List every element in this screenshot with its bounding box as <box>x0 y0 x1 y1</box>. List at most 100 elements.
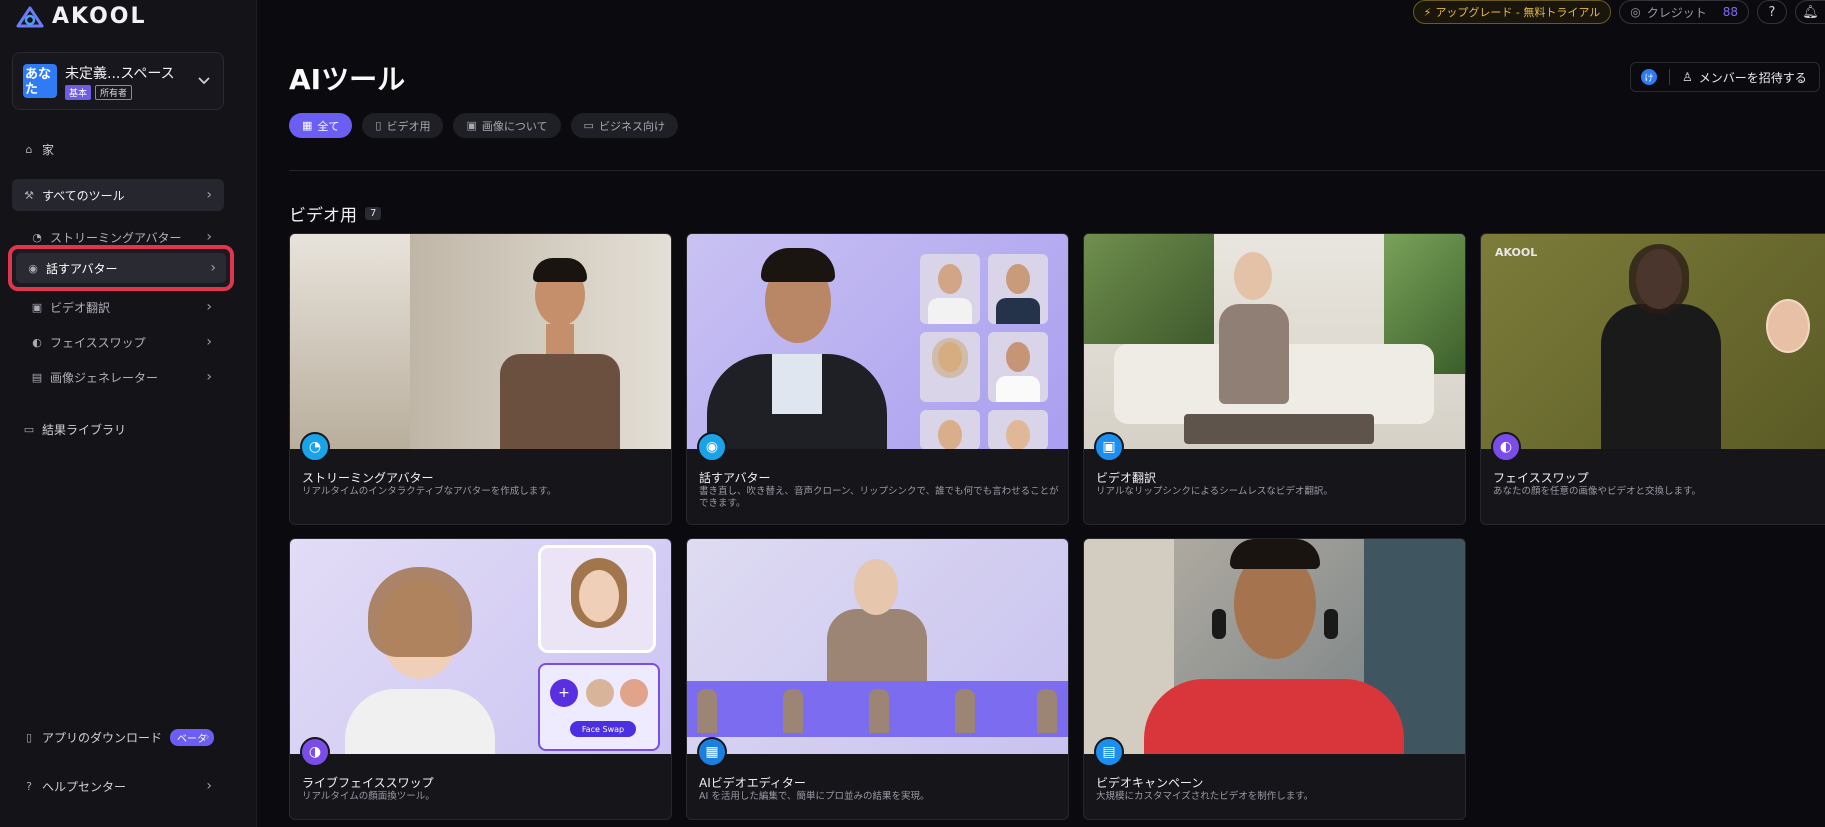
sidebar-item-label: 話すアバター <box>46 261 118 276</box>
card-title: ストリーミングアバター <box>302 471 434 485</box>
avatar-grid <box>920 254 1048 449</box>
home-icon: ⌂ <box>25 142 33 156</box>
film-icon: ▦ <box>697 737 727 767</box>
workspace-switcher[interactable]: あなた 未定義...スペース 基本 所有者 <box>12 52 224 110</box>
add-face-button[interactable]: + <box>550 679 578 707</box>
invite-label: メンバーを招待する <box>1698 70 1807 85</box>
filter-video[interactable]: ▯ ビデオ用 <box>362 113 444 138</box>
phone-icon: ▯ <box>25 730 33 744</box>
sidebar-item-home[interactable]: ⌂ 家 <box>12 133 224 165</box>
sidebar-item-library[interactable]: ▭ 結果ライブラリ <box>12 413 224 445</box>
card-title: 話すアバター <box>699 471 771 485</box>
help-icon: ? <box>26 779 32 793</box>
tool-card-face-swap[interactable]: AKOOL ◐ フェイススワップ あなたの顔を任意の画像やビデオと交換します。 <box>1480 233 1825 525</box>
translate-icon: ▣ <box>1094 432 1124 462</box>
filter-all[interactable]: ▦ 全て <box>289 113 353 138</box>
card-thumbnail <box>687 539 1068 754</box>
avatar-thumb <box>988 254 1048 324</box>
folder-icon: ▭ <box>23 422 35 436</box>
topbar: ⚡ アップグレード - 無料トライアル ◎ クレジット 88 ? 🔔︎ <box>1412 0 1825 24</box>
chevron-right-icon: › <box>204 729 210 745</box>
chevron-down-icon <box>198 77 210 85</box>
chevron-right-icon: › <box>206 334 212 350</box>
sidebar-item-label: すべてのツール <box>42 188 125 203</box>
sidebar-item-label: ストリーミングアバター <box>50 230 182 245</box>
member-avatar[interactable]: け <box>1641 69 1657 85</box>
streaming-icon: ◔ <box>32 230 42 244</box>
tool-card-video-campaign[interactable]: ▤ ビデオキャンペーン 大規模にカスタマイズされたビデオを制作します。 <box>1083 538 1466 820</box>
image-icon: ▣ <box>466 119 477 132</box>
card-title: AIビデオエディター <box>699 776 806 790</box>
campaign-icon: ▤ <box>1094 737 1124 767</box>
video-icon: ▯ <box>375 119 382 132</box>
card-description: リアルなリップシンクによるシームレスなビデオ翻訳。 <box>1096 486 1333 497</box>
upgrade-button[interactable]: ⚡ アップグレード - 無料トライアル <box>1412 0 1612 24</box>
avatar-thumb <box>988 410 1048 449</box>
role-badge: 所有者 <box>95 85 133 100</box>
card-description: AI を活用した編集で、簡単にプロ並みの結果を実現。 <box>699 791 930 802</box>
card-title: ビデオ翻訳 <box>1096 471 1157 485</box>
avatar-icon: ◉ <box>28 261 38 275</box>
sidebar-item-video-translate[interactable]: ▣ ビデオ翻訳 › <box>12 292 224 322</box>
section-header: ビデオ用 7 <box>289 201 382 226</box>
briefcase-icon: ▭ <box>583 119 594 132</box>
card-thumbnail <box>290 234 671 449</box>
sidebar-item-face-swap[interactable]: ◐ フェイススワップ › <box>12 327 224 357</box>
faceswap-icon: ◐ <box>32 335 42 349</box>
tool-card-streaming-avatar[interactable]: ◔ ストリーミングアバター リアルタイムのインタラクティブなアバターを作成します… <box>289 233 672 525</box>
upgrade-label: アップグレード - 無料トライアル <box>1435 6 1601 19</box>
filter-image[interactable]: ▣ 画像について <box>453 113 561 138</box>
tool-card-live-face-swap[interactable]: + Face Swap ◑ ライブフェイススワップ リアルタイムの顔面換ツール。 <box>289 538 672 820</box>
workspace-avatar: あなた <box>23 64 57 98</box>
invite-members-button[interactable]: ♙ メンバーを招待する <box>1682 69 1807 86</box>
section-title: ビデオ用 <box>289 206 357 226</box>
sidebar-item-label: 結果ライブラリ <box>42 422 127 437</box>
chevron-right-icon: › <box>206 187 212 203</box>
streaming-icon: ◔ <box>300 432 330 462</box>
live-faceswap-icon: ◑ <box>300 737 330 767</box>
sidebar-item-image-generator[interactable]: ▤ 画像ジェネレーター › <box>12 362 224 392</box>
sidebar-item-label: 画像ジェネレーター <box>50 370 159 385</box>
sidebar-item-help-center[interactable]: ? ヘルプセンター › <box>12 770 224 802</box>
help-button[interactable]: ? <box>1757 0 1787 24</box>
bell-icon[interactable]: 🔔︎ <box>1795 0 1825 24</box>
credits-value: 88 <box>1722 5 1738 19</box>
card-description: リアルタイムのインタラクティブなアバターを作成します。 <box>302 486 557 497</box>
avatar-thumb <box>920 254 980 324</box>
filter-business[interactable]: ▭ ビジネス向け <box>570 113 678 138</box>
sidebar-item-all-tools[interactable]: ⚒ すべてのツール › <box>12 179 224 211</box>
app-root: AKOOL あなた 未定義...スペース 基本 所有者 ⌂ 家 ⚒ すべてのツー… <box>0 0 1825 827</box>
tool-card-ai-video-editor[interactable]: ▦ AIビデオエディター AI を活用した編集で、簡単にプロ並みの結果を実現。 <box>686 538 1069 820</box>
sidebar-item-talking-avatar[interactable]: ◉ 話すアバター › <box>8 245 234 291</box>
tool-card-video-translate[interactable]: ▣ ビデオ翻訳 リアルなリップシンクによるシームレスなビデオ翻訳。 <box>1083 233 1466 525</box>
section-divider <box>289 170 1825 171</box>
face-swap-button[interactable]: Face Swap <box>570 721 636 737</box>
credits-pill[interactable]: ◎ クレジット 88 <box>1619 0 1749 24</box>
filter-label: ビジネス向け <box>598 119 665 133</box>
header-actions: け ♙ メンバーを招待する <box>1630 62 1820 92</box>
filter-label: 全て <box>317 119 340 133</box>
tool-card-talking-avatar[interactable]: ◉ 話すアバター 書き直し、吹き替え、音声クローン、リップシンクで、誰でも何でも… <box>686 233 1069 525</box>
avatar-icon: ◉ <box>697 432 727 462</box>
filter-label: ビデオ用 <box>386 119 431 133</box>
plan-badge: 基本 <box>65 85 92 100</box>
logo[interactable]: AKOOL <box>16 4 147 29</box>
card-title: ライブフェイススワップ <box>302 776 434 790</box>
card-title: ビデオキャンペーン <box>1096 776 1204 790</box>
sidebar-item-download-app[interactable]: ▯ アプリのダウンロード ベータ › <box>12 721 224 753</box>
chevron-right-icon: › <box>210 260 216 276</box>
chevron-right-icon: › <box>206 369 212 385</box>
card-description: リアルタイムの顔面換ツール。 <box>302 791 435 802</box>
card-description: あなたの顔を任意の画像やビデオと交換します。 <box>1493 486 1702 497</box>
card-thumbnail <box>1084 539 1465 754</box>
sidebar-item-label: アプリのダウンロード <box>42 730 163 745</box>
credits-label: クレジット <box>1646 5 1707 20</box>
face-option[interactable] <box>620 679 648 707</box>
workspace-name: 未定義...スペース <box>65 66 175 82</box>
card-description: 大規模にカスタマイズされたビデオを制作します。 <box>1096 791 1314 802</box>
avatar-thumb <box>988 332 1048 402</box>
filter-label: 画像について <box>481 119 548 133</box>
avatar-thumb <box>920 332 980 402</box>
image-icon: ▤ <box>31 370 43 384</box>
face-option[interactable] <box>586 679 614 707</box>
